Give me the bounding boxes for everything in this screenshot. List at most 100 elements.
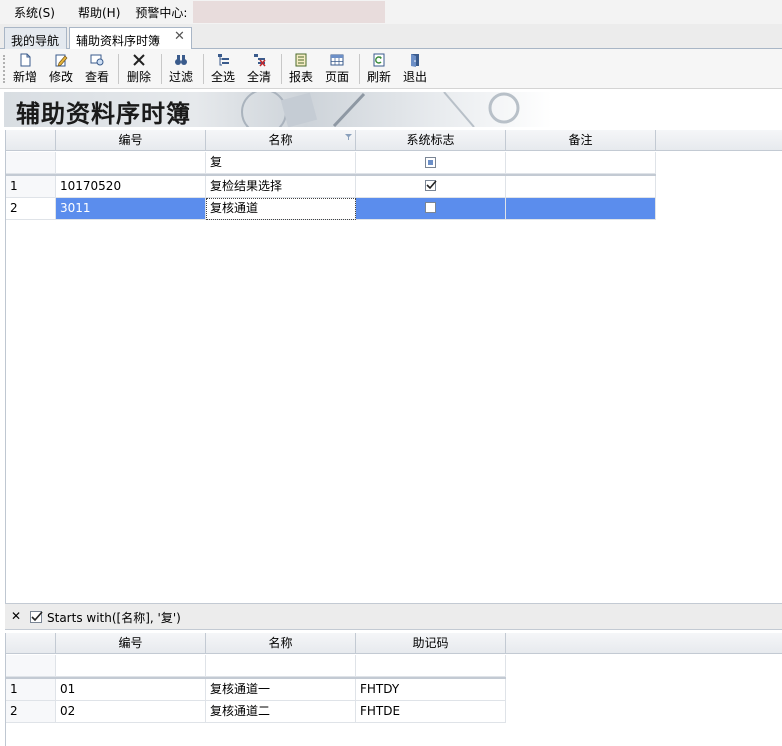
unchecked-checkbox[interactable] [425, 202, 436, 213]
clear-filter-icon[interactable]: ✕ [11, 609, 21, 623]
tab-label: 辅助资料序时簿 [76, 34, 161, 48]
row-indicator-header [6, 130, 56, 151]
table-row-selected[interactable]: 2 3011 复核通道 [6, 198, 656, 220]
tab-label: 我的导航 [11, 34, 60, 48]
tab-bar: 我的导航 辅助资料序时簿 ✕ [0, 24, 782, 50]
row-indicator-header [6, 633, 56, 654]
toolbar-separator [118, 54, 119, 84]
page-title: 辅助资料序时簿 [16, 99, 191, 127]
main-grid: 编号 名称 系统标志 备注 复 1 10170520 复检结果选择 2 3011 [5, 130, 782, 603]
refresh-button[interactable]: 刷新 [365, 51, 393, 87]
report-icon [295, 53, 307, 67]
column-header-code[interactable]: 编号 [56, 130, 206, 151]
filter-cell-code[interactable] [56, 152, 206, 174]
new-button[interactable]: 新增 [11, 51, 39, 87]
toolbar-separator [203, 54, 204, 84]
cell-mnemonic[interactable]: FHTDY [356, 679, 506, 701]
cell-name[interactable]: 复核通道一 [206, 679, 356, 701]
cell-code[interactable]: 10170520 [56, 176, 206, 198]
cell-mnemonic[interactable]: FHTDE [356, 701, 506, 723]
filter-enabled-checkbox[interactable] [30, 611, 43, 623]
view-icon [90, 54, 104, 66]
detail-grid: 编号 名称 助记码 1 01 复核通道一 FHTDY 2 02 复核通道二 FH… [5, 633, 782, 746]
check-mark-icon [426, 180, 437, 190]
column-header-code[interactable]: 编号 [56, 633, 206, 654]
page-button[interactable]: 页面 [323, 51, 351, 87]
tab-my-navigation[interactable]: 我的导航 [4, 27, 67, 49]
delete-button[interactable]: 删除 [125, 51, 153, 87]
cell-code[interactable]: 01 [56, 679, 206, 701]
toolbar-separator [359, 54, 360, 84]
checked-checkbox[interactable] [425, 180, 437, 191]
auto-filter-row: 复 [6, 152, 656, 174]
edit-button[interactable]: 修改 [47, 51, 75, 87]
filter-row-indicator [6, 655, 56, 677]
exit-label: 退出 [402, 70, 427, 84]
column-header-name[interactable]: 名称 [206, 130, 356, 151]
filter-expression[interactable]: Starts with([名称], '复') [47, 609, 181, 626]
clear-all-icon [254, 54, 266, 67]
filter-cell-name[interactable]: 复 [206, 152, 356, 174]
cell-name[interactable]: 复核通道二 [206, 701, 356, 723]
column-header-label: 名称 [268, 133, 293, 147]
menu-help[interactable]: 帮助(H) [64, 4, 129, 21]
column-header-name[interactable]: 名称 [206, 633, 356, 654]
row-index: 1 [6, 176, 56, 198]
filter-cell-system-flag[interactable] [356, 152, 506, 174]
row-index: 2 [6, 198, 56, 220]
edit-label: 修改 [48, 70, 73, 84]
column-header-system-flag[interactable]: 系统标志 [356, 130, 506, 151]
column-header-mnemonic[interactable]: 助记码 [356, 633, 506, 654]
toolbar: 新增 修改 查看 删除 过滤 全选 全清 报表 页面 刷新 退出 [0, 49, 782, 89]
cell-name[interactable]: 复检结果选择 [206, 176, 356, 198]
filter-row-indicator [6, 152, 56, 174]
detail-grid-header: 编号 名称 助记码 [6, 633, 782, 654]
select-all-icon [218, 54, 229, 66]
cell-name-focused[interactable]: 复核通道 [206, 198, 356, 220]
cell-note[interactable] [506, 198, 656, 220]
report-button[interactable]: 报表 [287, 51, 315, 87]
page-banner: 辅助资料序时簿 [0, 89, 782, 127]
edit-icon [55, 54, 68, 67]
filter-status-bar: ✕ Starts with([名称], '复') [5, 603, 782, 630]
toolbar-grip[interactable] [3, 55, 5, 83]
filter-funnel-icon[interactable] [345, 134, 352, 140]
cell-note[interactable] [506, 176, 656, 198]
row-index: 2 [6, 701, 56, 723]
filter-label: 过滤 [168, 70, 193, 84]
exit-button[interactable]: 退出 [401, 51, 429, 87]
refresh-label: 刷新 [366, 70, 391, 84]
filter-cell-code[interactable] [56, 655, 206, 677]
main-grid-header: 编号 名称 系统标志 备注 [6, 130, 782, 151]
refresh-icon [373, 53, 385, 67]
auto-filter-row [6, 655, 506, 677]
cell-code[interactable]: 02 [56, 701, 206, 723]
clear-all-button[interactable]: 全清 [245, 51, 273, 87]
toolbar-separator [281, 54, 282, 84]
cell-system-flag[interactable] [356, 176, 506, 198]
view-button[interactable]: 查看 [83, 51, 111, 87]
select-all-button[interactable]: 全选 [209, 51, 237, 87]
cell-code[interactable]: 3011 [56, 198, 206, 220]
toolbar-separator [161, 54, 162, 84]
binoculars-icon [175, 55, 187, 65]
filter-cell-name[interactable] [206, 655, 356, 677]
table-row[interactable]: 1 10170520 复检结果选择 [6, 176, 656, 198]
menu-alert-center[interactable]: 预警中心: [129, 4, 191, 21]
column-header-note[interactable]: 备注 [506, 130, 656, 151]
menu-system[interactable]: 系统(S) [0, 4, 64, 21]
view-label: 查看 [84, 70, 109, 84]
filter-cell-note[interactable] [506, 152, 656, 174]
cell-system-flag[interactable] [356, 198, 506, 220]
table-row[interactable]: 2 02 复核通道二 FHTDE [6, 701, 506, 723]
report-label: 报表 [288, 70, 313, 84]
row-index: 1 [6, 679, 56, 701]
filter-button[interactable]: 过滤 [167, 51, 195, 87]
indeterminate-checkbox[interactable] [425, 157, 436, 168]
filter-cell-mnemonic[interactable] [356, 655, 506, 677]
banner-image: 辅助资料序时簿 [4, 92, 552, 127]
table-row[interactable]: 1 01 复核通道一 FHTDY [6, 679, 506, 701]
tab-close-icon[interactable]: ✕ [174, 29, 185, 44]
page-setup-icon [330, 54, 344, 66]
alert-center-field[interactable] [193, 1, 386, 23]
